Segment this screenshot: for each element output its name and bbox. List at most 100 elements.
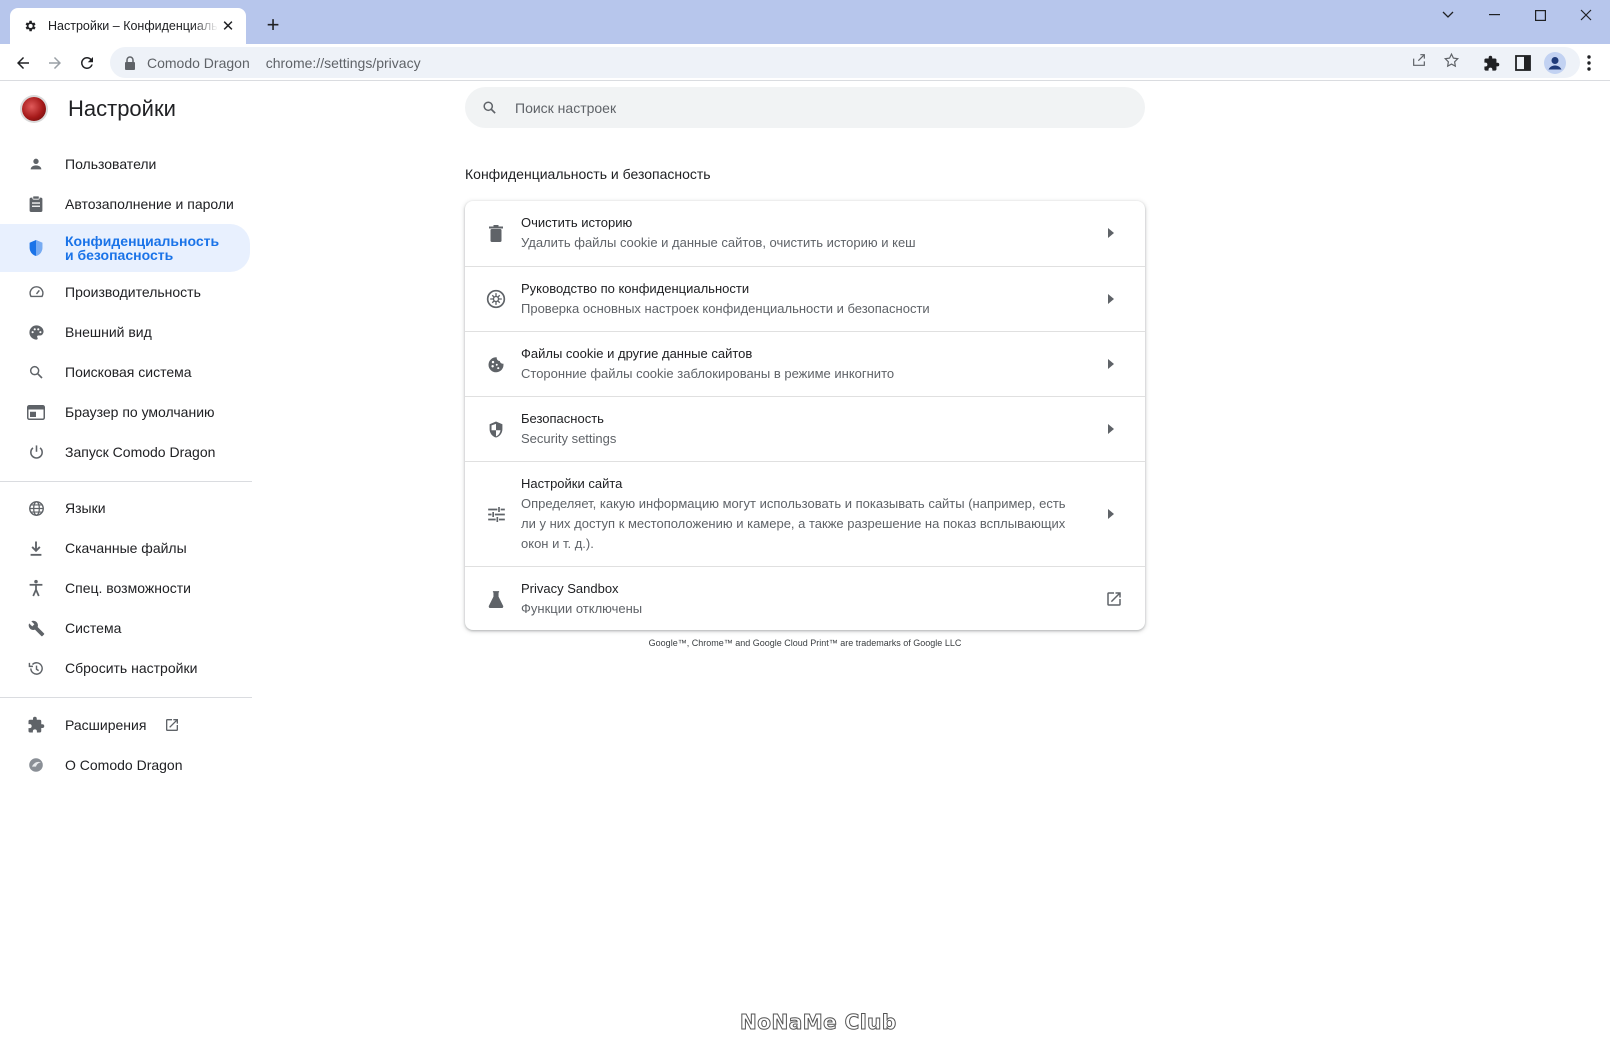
profile-avatar-icon[interactable]: [1540, 48, 1570, 78]
forward-button[interactable]: [40, 48, 70, 78]
new-tab-button[interactable]: +: [260, 12, 286, 38]
row-title: Безопасность: [521, 411, 604, 426]
sidebar-item-privacy[interactable]: Конфиденциальность и безопасность: [0, 224, 250, 272]
sidebar-divider: [0, 697, 252, 698]
sidebar-item-autofill[interactable]: Автозаполнение и пароли: [0, 184, 250, 224]
tab-title: Настройки – Конфиденциальность и безопас…: [48, 19, 218, 33]
url-text[interactable]: chrome://settings/privacy: [266, 55, 421, 71]
privacy-settings-card: Очистить историю Удалить файлы cookie и …: [465, 201, 1145, 630]
search-input[interactable]: [515, 99, 1075, 116]
palette-icon: [26, 322, 46, 342]
settings-search-box[interactable]: [465, 87, 1145, 128]
row-privacy-sandbox[interactable]: Privacy Sandbox Функции отключены: [465, 566, 1145, 630]
row-title: Privacy Sandbox: [521, 581, 619, 596]
settings-sidebar: Настройки Пользователи Автозаполнение и …: [0, 82, 252, 1040]
flask-icon: [485, 588, 507, 610]
browser-toolbar: Comodo Dragon chrome://settings/privacy: [0, 44, 1610, 81]
row-title: Руководство по конфиденциальности: [521, 281, 750, 296]
share-icon[interactable]: [1405, 46, 1433, 74]
arrow-left-icon: [17, 57, 29, 69]
sidebar-item-appearance[interactable]: Внешний вид: [0, 312, 250, 352]
section-title: Конфиденциальность и безопасность: [465, 166, 711, 182]
arrow-right-icon: [1103, 356, 1119, 372]
cookie-icon: [485, 353, 507, 375]
close-icon[interactable]: [1563, 0, 1609, 30]
sidebar-item-about[interactable]: О Comodo Dragon: [0, 745, 250, 785]
sidebar-item-languages[interactable]: Языки: [0, 488, 250, 528]
row-title: Очистить историю: [521, 215, 633, 230]
sliders-icon: [485, 503, 507, 525]
row-subtitle: Функции отключены: [521, 601, 643, 616]
reload-icon: [80, 56, 93, 69]
row-subtitle: Security settings: [521, 431, 617, 446]
arrow-right-icon: [1103, 506, 1119, 522]
accessibility-icon: [26, 578, 46, 598]
row-site-settings[interactable]: Настройки сайта Определяет, какую информ…: [465, 461, 1145, 566]
security-shield-icon: [485, 418, 507, 440]
row-clear-browsing-data[interactable]: Очистить историю Удалить файлы cookie и …: [465, 201, 1145, 266]
sidebar-item-accessibility[interactable]: Спец. возможности: [0, 568, 250, 608]
title-bar: Настройки – Конфиденциальность и безопас…: [0, 0, 1610, 44]
row-subtitle: Определяет, какую информацию могут испол…: [521, 496, 1066, 551]
clipboard-icon: [26, 194, 46, 214]
download-icon: [26, 538, 46, 558]
row-subtitle: Проверка основных настроек конфиденциаль…: [521, 301, 930, 316]
puzzle-icon: [26, 715, 46, 735]
site-chip: Comodo Dragon: [147, 54, 250, 71]
dragon-logo-icon: [22, 97, 46, 121]
external-link-icon: [164, 717, 180, 733]
sidebar-item-reset[interactable]: Сбросить настройки: [0, 648, 250, 688]
sidebar-item-default-browser[interactable]: Браузер по умолчанию: [0, 392, 250, 432]
maximize-icon[interactable]: [1517, 0, 1563, 30]
watermark: NoNaMe Club: [740, 1010, 897, 1035]
back-button[interactable]: [8, 48, 38, 78]
sidebar-divider: [0, 481, 252, 482]
extensions-puzzle-icon[interactable]: [1476, 48, 1506, 78]
row-security[interactable]: Безопасность Security settings: [465, 396, 1145, 461]
person-icon: [26, 154, 46, 174]
gear-icon: [22, 18, 38, 34]
settings-header: Настройки: [22, 96, 176, 122]
row-title: Файлы cookie и другие данные сайтов: [521, 346, 753, 361]
browser-tab[interactable]: Настройки – Конфиденциальность и безопас…: [10, 8, 246, 44]
row-title: Настройки сайта: [521, 476, 623, 491]
arrow-right-icon: [1103, 225, 1119, 241]
minimize-icon[interactable]: [1471, 0, 1517, 30]
more-menu-icon[interactable]: [1574, 48, 1604, 78]
sidebar-item-downloads[interactable]: Скачанные файлы: [0, 528, 250, 568]
arrow-right-icon: [49, 57, 61, 69]
sidebar-item-on-startup[interactable]: Запуск Comodo Dragon: [0, 432, 250, 472]
sidebar-item-extensions[interactable]: Расширения: [0, 705, 250, 745]
lock-icon[interactable]: [122, 55, 138, 71]
external-link-icon[interactable]: [1103, 588, 1125, 610]
address-bar[interactable]: Comodo Dragon chrome://settings/privacy: [110, 47, 1580, 78]
sidebar-item-search-engine[interactable]: Поисковая система: [0, 352, 250, 392]
sidebar-item-performance[interactable]: Производительность: [0, 272, 250, 312]
sidebar-item-users[interactable]: Пользователи: [0, 144, 250, 184]
sidebar-item-system[interactable]: Система: [0, 608, 250, 648]
globe-icon: [26, 498, 46, 518]
close-tab-icon[interactable]: ✕: [218, 16, 238, 36]
arrow-right-icon: [1103, 421, 1119, 437]
row-cookies[interactable]: Файлы cookie и другие данные сайтов Стор…: [465, 331, 1145, 396]
history-icon: [26, 658, 46, 678]
arrow-right-icon: [1103, 291, 1119, 307]
search-icon: [26, 362, 46, 382]
bookmark-star-icon[interactable]: [1437, 46, 1465, 74]
tab-search-chevron-down-icon[interactable]: [1425, 0, 1471, 30]
row-subtitle: Удалить файлы cookie и данные сайтов, оч…: [521, 235, 916, 250]
reload-button[interactable]: [72, 48, 102, 78]
search-icon: [479, 98, 499, 118]
page-title: Настройки: [68, 96, 176, 121]
trash-icon: [485, 222, 507, 244]
row-privacy-guide[interactable]: Руководство по конфиденциальности Провер…: [465, 266, 1145, 331]
trademark-footer: Google™, Chrome™ and Google Cloud Print™…: [648, 638, 962, 648]
compass-icon: [485, 288, 507, 310]
dragon-logo-icon: [26, 755, 46, 775]
speedometer-icon: [26, 282, 46, 302]
power-icon: [26, 442, 46, 462]
wrench-icon: [26, 618, 46, 638]
browser-window-icon: [26, 402, 46, 422]
shield-icon: [26, 238, 46, 258]
side-panel-icon[interactable]: [1508, 48, 1538, 78]
